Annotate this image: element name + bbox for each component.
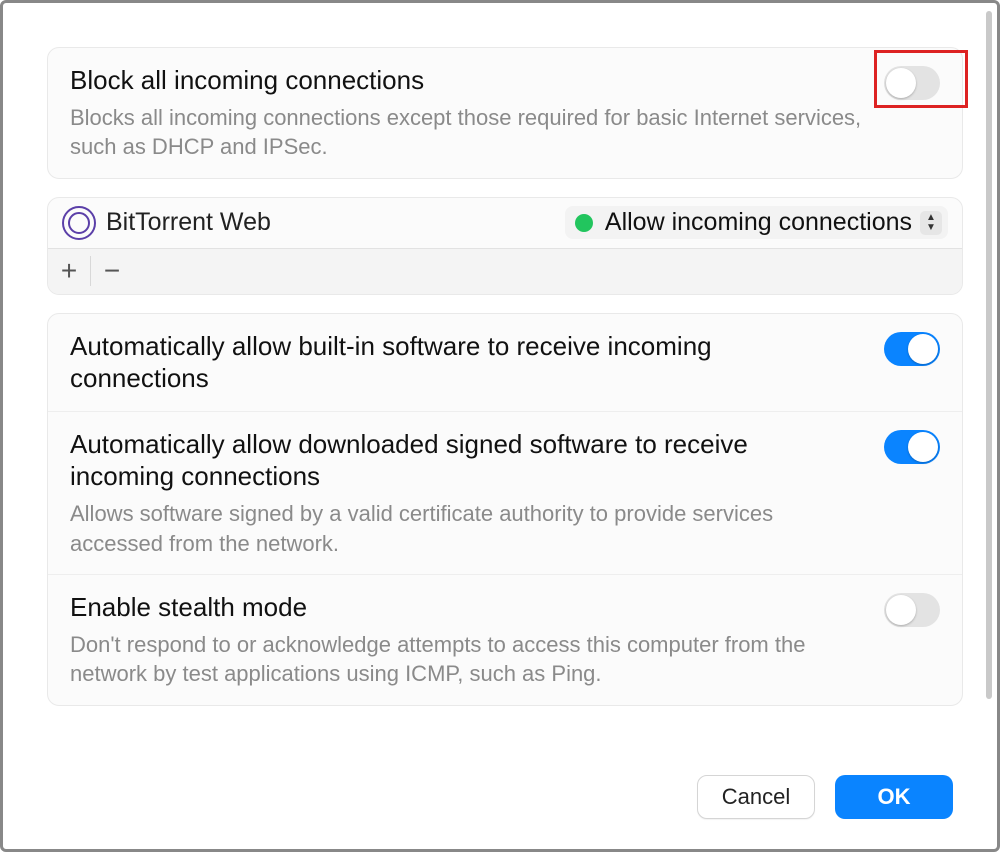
toggle-knob — [908, 334, 938, 364]
remove-app-button[interactable]: − — [91, 248, 133, 294]
content-area: Block all incoming connections Blocks al… — [47, 47, 963, 724]
row-stealth: Enable stealth mode Don't respond to or … — [48, 574, 962, 705]
toggle-knob — [886, 595, 916, 625]
stealth-toggle[interactable] — [884, 593, 940, 627]
cancel-button[interactable]: Cancel — [697, 775, 815, 819]
scrollbar-thumb[interactable] — [986, 11, 992, 699]
firewall-options-window: Block all incoming connections Blocks al… — [0, 0, 1000, 852]
row-auto-signed: Automatically allow downloaded signed so… — [48, 411, 962, 574]
row-block-all: Block all incoming connections Blocks al… — [48, 48, 962, 178]
app-row[interactable]: BitTorrent Web Allow incoming connection… — [48, 198, 962, 248]
add-app-button[interactable]: + — [48, 248, 90, 294]
app-policy-label: Allow incoming connections — [605, 208, 912, 237]
panel-block-all: Block all incoming connections Blocks al… — [47, 47, 963, 179]
toggle-knob — [886, 68, 916, 98]
dropdown-stepper-icon: ▲▼ — [920, 211, 942, 235]
app-name: BitTorrent Web — [106, 208, 271, 237]
app-policy-select[interactable]: Allow incoming connections ▲▼ — [565, 206, 948, 239]
auto-builtin-title: Automatically allow built-in software to… — [70, 330, 940, 395]
block-all-title: Block all incoming connections — [70, 64, 940, 97]
status-indicator-icon — [575, 214, 593, 232]
ok-button[interactable]: OK — [835, 775, 953, 819]
stealth-title: Enable stealth mode — [70, 591, 940, 624]
scrollbar-track[interactable] — [986, 11, 992, 841]
auto-signed-title: Automatically allow downloaded signed so… — [70, 428, 940, 493]
toggle-knob — [908, 432, 938, 462]
app-toolbar: + − — [48, 248, 962, 294]
block-all-toggle[interactable] — [884, 66, 940, 100]
dialog-footer: Cancel OK — [697, 775, 953, 819]
stealth-subtitle: Don't respond to or acknowledge attempts… — [70, 630, 940, 689]
bittorrent-icon — [62, 206, 96, 240]
panel-options: Automatically allow built-in software to… — [47, 313, 963, 706]
block-all-subtitle: Blocks all incoming connections except t… — [70, 103, 940, 162]
panel-apps: BitTorrent Web Allow incoming connection… — [47, 197, 963, 295]
auto-signed-toggle[interactable] — [884, 430, 940, 464]
row-auto-builtin: Automatically allow built-in software to… — [48, 314, 962, 411]
auto-signed-subtitle: Allows software signed by a valid certif… — [70, 499, 940, 558]
auto-builtin-toggle[interactable] — [884, 332, 940, 366]
